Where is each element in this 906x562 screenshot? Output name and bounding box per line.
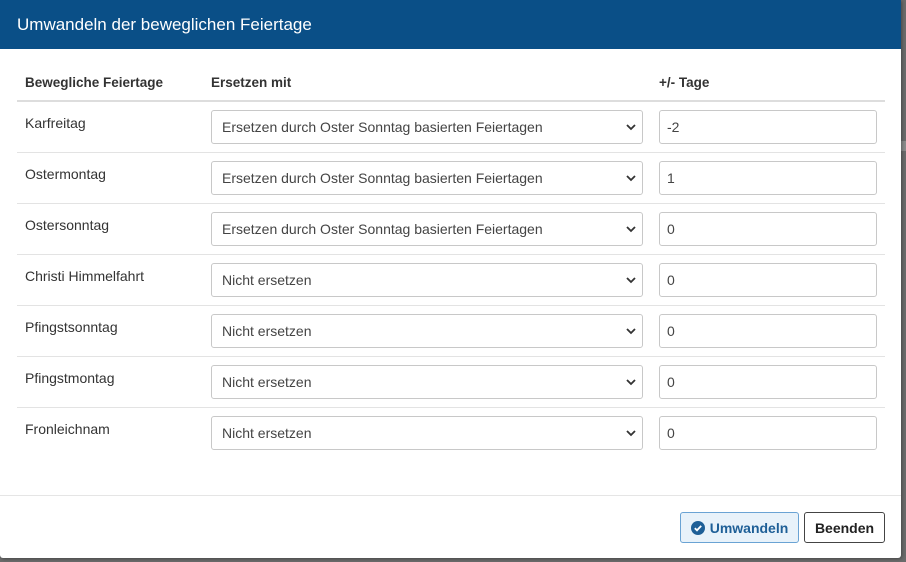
convert-button-label: Umwandeln: [709, 519, 789, 536]
replace-select[interactable]: Nicht ersetzen: [211, 365, 643, 399]
table-row: Pfingstmontag Nicht ersetzen 0: [17, 357, 885, 408]
replace-select-value: Nicht ersetzen: [222, 323, 312, 339]
holiday-name: Ostersonntag: [25, 217, 110, 233]
days-offset-input[interactable]: 0: [659, 416, 877, 450]
replace-select[interactable]: Ersetzen durch Oster Sonntag basierten F…: [211, 212, 643, 246]
convert-button[interactable]: Umwandeln: [680, 512, 799, 543]
replace-select[interactable]: Nicht ersetzen: [211, 314, 643, 348]
days-offset-input[interactable]: 0: [659, 314, 877, 348]
table-row: Pfingstsonntag Nicht ersetzen 0: [17, 306, 885, 357]
days-offset-input[interactable]: -2: [659, 110, 877, 144]
table-row: Fronleichnam Nicht ersetzen 0: [17, 408, 885, 459]
column-header-holiday: Bewegliche Feiertage: [25, 75, 164, 90]
replace-select-value: Nicht ersetzen: [222, 272, 312, 288]
days-offset-value: 1: [667, 170, 675, 186]
days-offset-input[interactable]: 0: [659, 263, 877, 297]
column-header-days: +/- Tage: [659, 75, 710, 90]
chevron-down-icon: [626, 430, 636, 437]
chevron-down-icon: [626, 226, 636, 233]
holiday-name: Fronleichnam: [25, 421, 110, 437]
chevron-down-icon: [626, 124, 636, 131]
table-row: Ostermontag Ersetzen durch Oster Sonntag…: [17, 153, 885, 204]
replace-select-value: Ersetzen durch Oster Sonntag basierten F…: [222, 119, 543, 135]
dialog-header: Umwandeln der beweglichen Feiertage: [0, 0, 901, 49]
chevron-down-icon: [626, 328, 636, 335]
holiday-name: Pfingstsonntag: [25, 319, 118, 335]
replace-select[interactable]: Nicht ersetzen: [211, 416, 643, 450]
table-row: Christi Himmelfahrt Nicht ersetzen 0: [17, 255, 885, 306]
days-offset-value: 0: [667, 221, 675, 237]
holiday-name: Pfingstmontag: [25, 370, 115, 386]
days-offset-value: 0: [667, 425, 675, 441]
replace-select[interactable]: Ersetzen durch Oster Sonntag basierten F…: [211, 161, 643, 195]
table-header: Bewegliche Feiertage Ersetzen mit +/- Ta…: [17, 49, 885, 102]
days-offset-input[interactable]: 0: [659, 365, 877, 399]
chevron-down-icon: [626, 379, 636, 386]
dialog-body: Bewegliche Feiertage Ersetzen mit +/- Ta…: [17, 49, 885, 459]
table-body: Karfreitag Ersetzen durch Oster Sonntag …: [17, 102, 885, 459]
replace-select-value: Ersetzen durch Oster Sonntag basierten F…: [222, 170, 543, 186]
column-header-replace: Ersetzen mit: [211, 75, 292, 90]
chevron-down-icon: [626, 175, 636, 182]
dialog-footer: Umwandeln Beenden: [0, 495, 901, 558]
holiday-name: Christi Himmelfahrt: [25, 268, 145, 284]
check-circle-icon: [690, 520, 705, 535]
replace-select[interactable]: Nicht ersetzen: [211, 263, 643, 297]
close-button-label: Beenden: [814, 519, 875, 536]
replace-select-value: Nicht ersetzen: [222, 425, 312, 441]
dialog-title: Umwandeln der beweglichen Feiertage: [17, 14, 312, 34]
convert-holidays-dialog: Umwandeln der beweglichen Feiertage Bewe…: [0, 0, 901, 558]
days-offset-input[interactable]: 1: [659, 161, 877, 195]
table-row: Ostersonntag Ersetzen durch Oster Sonnta…: [17, 204, 885, 255]
holiday-name: Ostermontag: [25, 166, 106, 182]
days-offset-value: 0: [667, 272, 675, 288]
days-offset-input[interactable]: 0: [659, 212, 877, 246]
days-offset-value: 0: [667, 374, 675, 390]
holiday-name: Karfreitag: [25, 115, 86, 131]
close-button[interactable]: Beenden: [804, 512, 885, 543]
days-offset-value: -2: [667, 119, 680, 135]
replace-select-value: Ersetzen durch Oster Sonntag basierten F…: [222, 221, 543, 237]
days-offset-value: 0: [667, 323, 675, 339]
replace-select[interactable]: Ersetzen durch Oster Sonntag basierten F…: [211, 110, 643, 144]
chevron-down-icon: [626, 277, 636, 284]
replace-select-value: Nicht ersetzen: [222, 374, 312, 390]
table-row: Karfreitag Ersetzen durch Oster Sonntag …: [17, 102, 885, 153]
